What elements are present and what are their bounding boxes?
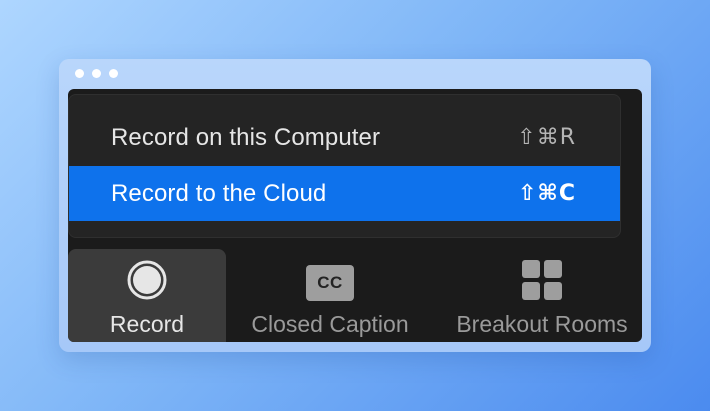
window-control-dot[interactable] <box>75 69 84 78</box>
menu-item-shortcut: ⇧⌘C <box>518 181 576 206</box>
menu-item-record-to-cloud[interactable]: Record to the Cloud ⇧⌘C <box>69 166 620 221</box>
menu-item-record-on-computer[interactable]: Record on this Computer ⇧⌘R <box>69 110 620 165</box>
record-label: Record <box>109 311 185 337</box>
breakout-rooms-icon <box>522 260 562 300</box>
record-menu: Record on this Computer ⇧⌘R Record to th… <box>68 94 621 238</box>
record-button[interactable]: Record <box>68 249 226 342</box>
menu-item-label: Record on this Computer <box>111 123 381 151</box>
record-icon <box>127 260 167 300</box>
breakout-rooms-button[interactable]: Breakout Rooms <box>442 249 642 342</box>
cc-icon: CC <box>306 265 354 301</box>
window-controls <box>75 69 118 78</box>
closed-caption-label: Closed Caption <box>251 311 409 337</box>
window-control-dot[interactable] <box>92 69 101 78</box>
app-window: Record on this Computer ⇧⌘R Record to th… <box>59 59 651 352</box>
meeting-toolbar: Record CC Closed Caption Breakout Rooms <box>68 249 642 342</box>
window-control-dot[interactable] <box>109 69 118 78</box>
breakout-rooms-label: Breakout Rooms <box>456 311 628 337</box>
closed-caption-button[interactable]: CC Closed Caption <box>234 249 426 342</box>
menu-item-label: Record to the Cloud <box>111 179 327 207</box>
menu-item-shortcut: ⇧⌘R <box>517 125 576 150</box>
meeting-app: Record on this Computer ⇧⌘R Record to th… <box>68 89 642 342</box>
